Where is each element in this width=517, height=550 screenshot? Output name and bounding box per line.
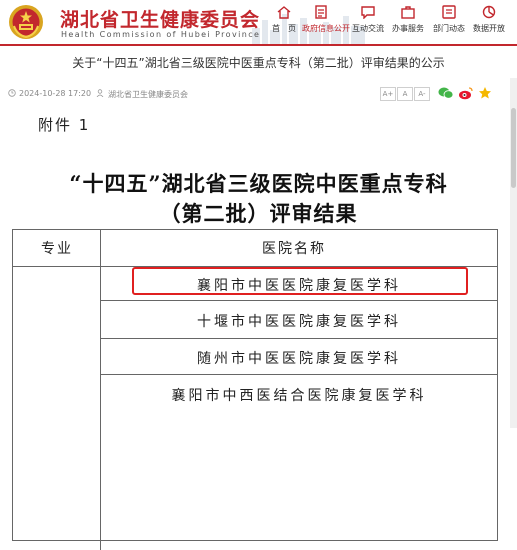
site-header: 湖北省卫生健康委员会 Health Commission of Hubei Pr…: [0, 0, 517, 44]
person-icon: [96, 89, 104, 97]
header-divider: [0, 44, 517, 46]
nav-interaction[interactable]: 互动交流: [349, 5, 387, 34]
article-source: 湖北省卫生健康委员会: [108, 90, 188, 99]
publish-date: 2024-10-28 17:20: [19, 89, 92, 98]
nav-gov-info[interactable]: 政府信息公开: [302, 5, 350, 34]
document-title-line1: “十四五”湖北省三级医院中医重点专科: [69, 171, 448, 196]
page-scrollbar[interactable]: [510, 78, 517, 428]
nav-open-data-label: 数据开放: [473, 24, 505, 33]
nav-home-label: 首 页: [272, 24, 296, 33]
article-meta-bar: 2024-10-28 17:20 湖北省卫生健康委员会 A+ A A-: [0, 78, 510, 108]
chart-icon: [482, 5, 496, 19]
national-emblem-logo[interactable]: [8, 4, 44, 40]
nav-open-data[interactable]: 数据开放: [470, 5, 508, 34]
column-header-specialty: 专业: [41, 241, 73, 257]
chat-icon: [361, 6, 375, 19]
highlight-box: [132, 267, 468, 295]
site-subtitle: Health Commission of Hubei Province: [61, 30, 261, 39]
weibo-icon[interactable]: [458, 86, 474, 100]
star-icon[interactable]: [478, 86, 492, 100]
clock-icon: [8, 89, 16, 97]
wechat-icon[interactable]: [438, 86, 454, 100]
table-row-divider: [101, 300, 497, 301]
table-row-hospital: 随州市中医医院康复医学科: [197, 351, 401, 367]
nav-services[interactable]: 办事服务: [389, 5, 427, 34]
nav-gov-info-label: 政府信息公开: [302, 24, 350, 33]
document-title-line2: （第二批）评审结果: [159, 201, 358, 226]
document-icon: [315, 5, 327, 19]
site-title[interactable]: 湖北省卫生健康委员会: [60, 5, 260, 32]
nav-department-news[interactable]: 部门动态: [430, 5, 468, 34]
table-row-hospital: 十堰市中医医院康复医学科: [197, 314, 401, 330]
home-icon: [277, 6, 291, 19]
nav-services-label: 办事服务: [392, 24, 424, 33]
font-increase-button[interactable]: A+: [380, 87, 396, 101]
article-title: 关于“十四五”湖北省三级医院中医重点专科（第二批）评审结果的公示: [0, 52, 517, 78]
nav-interaction-label: 互动交流: [352, 24, 384, 33]
news-icon: [442, 5, 456, 19]
attachment-label: 附件 1: [38, 116, 91, 134]
table-row-divider: [101, 374, 497, 375]
font-normal-button[interactable]: A: [397, 87, 413, 101]
table-row-hospital: 襄阳市中西医结合医院康复医学科: [171, 388, 427, 404]
scrollbar-thumb[interactable]: [511, 108, 516, 188]
column-header-hospital: 医院名称: [262, 241, 326, 257]
font-decrease-button[interactable]: A-: [414, 87, 430, 101]
table-row-divider: [101, 338, 497, 339]
nav-home[interactable]: 首 页: [265, 5, 303, 34]
briefcase-icon: [401, 6, 415, 19]
nav-department-news-label: 部门动态: [433, 24, 465, 33]
